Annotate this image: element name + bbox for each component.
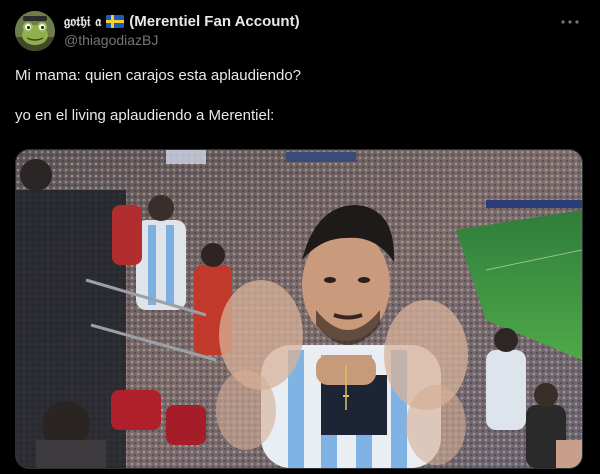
tweet-text-line-1: Mi mama: quien carajos esta aplaudiendo? — [15, 67, 302, 84]
tweet-card: 𝔤𝔬𝔱𝔥𝔦 𝔞 (Merentiel Fan Account) @thiagod… — [0, 0, 600, 474]
frog-avatar-icon — [15, 11, 55, 51]
display-name-gothic: 𝔤𝔬𝔱𝔥𝔦 𝔞 — [64, 13, 102, 30]
tweet-media[interactable] — [15, 149, 583, 469]
stadium-photo — [16, 150, 582, 468]
sweden-flag-icon — [106, 15, 125, 28]
user-handle[interactable]: @thiagodiazBJ — [64, 32, 158, 48]
tweet-text-line-2: yo en el living aplaudiendo a Merentiel: — [15, 107, 275, 124]
more-options-button[interactable] — [558, 10, 582, 34]
display-name[interactable]: 𝔤𝔬𝔱𝔥𝔦 𝔞 (Merentiel Fan Account) — [64, 12, 300, 31]
tweet-text: Mi mama: quien carajos esta aplaudiendo?… — [15, 66, 585, 126]
more-options-icon — [561, 20, 579, 24]
display-name-rest: (Merentiel Fan Account) — [129, 13, 300, 30]
user-avatar[interactable] — [15, 11, 55, 51]
